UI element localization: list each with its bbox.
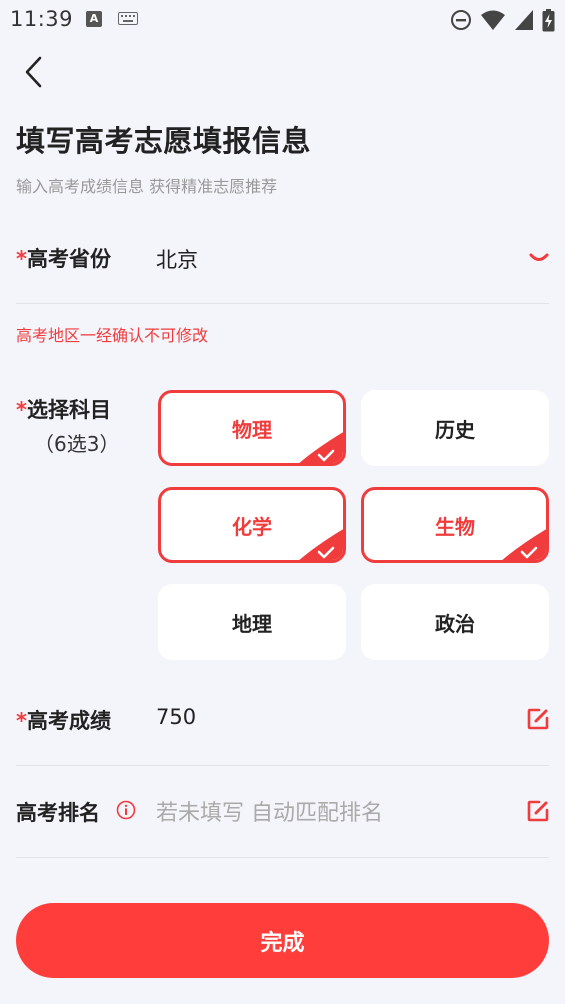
status-icons [450, 8, 555, 32]
status-bar: 11:39 A [0, 0, 565, 40]
keyboard-icon [118, 12, 138, 25]
subject-chemistry[interactable]: 化学 [158, 487, 346, 563]
battery-charging-icon [542, 8, 555, 31]
required-mark: * [16, 709, 27, 733]
subject-physics[interactable]: 物理 [158, 390, 346, 466]
score-label: *高考成绩 [16, 709, 111, 733]
check-icon [299, 529, 343, 560]
status-time: 11:39 [10, 7, 74, 31]
wifi-icon [481, 10, 505, 30]
subject-biology[interactable]: 生物 [361, 487, 549, 563]
subjects-label: *选择科目 [16, 398, 111, 422]
required-mark: * [16, 398, 27, 422]
divider [16, 765, 549, 766]
subject-geography[interactable]: 地理 [158, 584, 346, 660]
divider [16, 303, 549, 304]
subject-history[interactable]: 历史 [361, 390, 549, 466]
required-mark: * [16, 247, 27, 271]
check-icon [299, 432, 343, 463]
rank-input[interactable]: 若未填写 自动匹配排名 [156, 795, 383, 827]
subject-politics[interactable]: 政治 [361, 584, 549, 660]
province-warning: 高考地区一经确认不可修改 [16, 326, 209, 345]
score-input[interactable]: 750 [156, 705, 196, 729]
edit-icon[interactable] [527, 800, 549, 822]
back-button[interactable] [18, 54, 54, 90]
province-label: *高考省份 [16, 247, 111, 271]
info-icon[interactable] [116, 800, 136, 820]
rank-label: 高考排名 [16, 801, 100, 825]
edit-icon[interactable] [527, 708, 549, 730]
done-button[interactable]: 完成 [16, 903, 549, 978]
page-subtitle: 输入高考成绩信息 获得精准志愿推荐 [16, 177, 278, 196]
subjects-hint: （6选3） [34, 432, 120, 456]
do-not-disturb-icon [451, 10, 471, 30]
chevron-down-icon[interactable] [529, 252, 549, 266]
page: 11:39 A 填写高考志愿填报信息 输入高考成绩信息 获得精准志愿推荐 *高考… [0, 0, 565, 1004]
divider [16, 857, 549, 858]
page-title: 填写高考志愿填报信息 [16, 124, 312, 158]
text-input-indicator-icon: A [86, 11, 102, 27]
check-icon [502, 529, 546, 560]
province-select[interactable]: 北京 [156, 244, 198, 274]
cellular-signal-icon [515, 10, 533, 30]
